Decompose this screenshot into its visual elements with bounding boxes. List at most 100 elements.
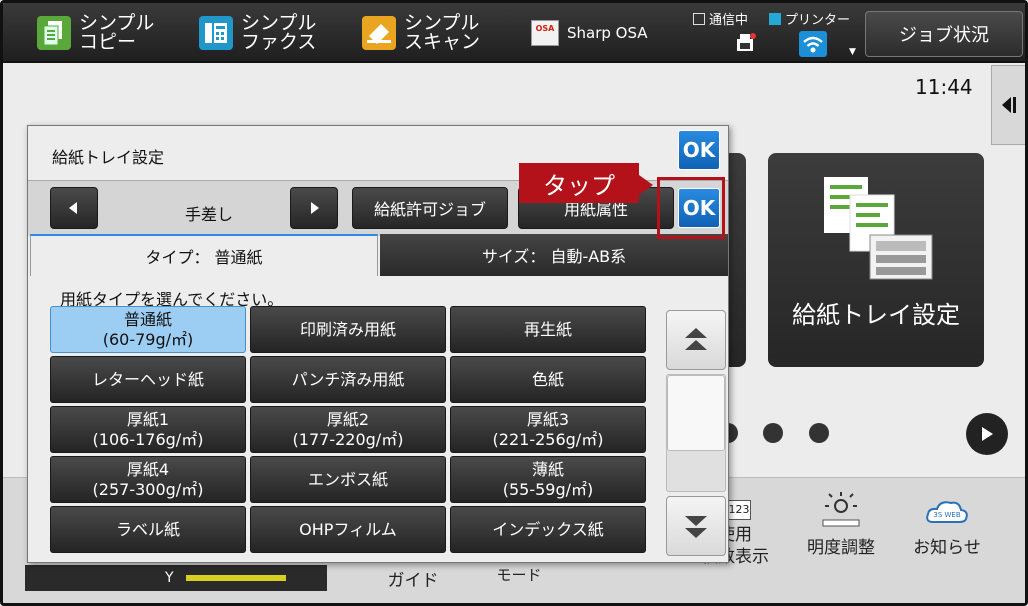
printer-status-label: プリンター — [785, 13, 851, 28]
simple-scan-label: シンプル スキャン — [404, 12, 481, 53]
paper-type-button[interactable]: 薄紙 (55-59g/㎡) — [450, 456, 646, 503]
paper-type-name: 印刷済み用紙 — [299, 319, 396, 339]
paper-type-name: 厚紙2 — [326, 409, 370, 429]
double-down-arrow-icon — [685, 516, 707, 538]
paper-type-weight: (106-176g/㎡) — [92, 429, 204, 449]
tray-name: 手差し — [184, 205, 233, 224]
play-right-icon — [982, 427, 993, 441]
tray-settings-tile-label: 給紙トレイ設定 — [792, 301, 960, 329]
toner-gauge: Y — [25, 565, 327, 591]
right-arrow-icon — [311, 202, 319, 214]
simple-scan-shortcut[interactable]: シンプル スキャン — [362, 14, 480, 52]
tray-next-button[interactable] — [290, 187, 338, 229]
brightness-icon — [822, 492, 860, 527]
page-dot[interactable] — [763, 423, 783, 443]
paper-type-name: 薄紙 — [531, 459, 564, 479]
callout-pointer — [639, 175, 653, 195]
paper-type-button[interactable]: 厚紙2 (177-220g/㎡) — [250, 406, 446, 453]
paper-type-button[interactable]: 普通紙 (60-79g/㎡) — [50, 306, 246, 353]
job-status-button[interactable]: ジョブ状況 — [865, 11, 1023, 57]
sharp-osa-shortcut[interactable]: OSA Sharp OSA — [531, 20, 648, 46]
paper-type-weight: (177-220g/㎡) — [292, 429, 404, 449]
paper-type-button[interactable]: 厚紙4 (257-300g/㎡) — [50, 456, 246, 503]
tab-paper-size[interactable]: サイズ： 自動-AB系 — [380, 234, 728, 276]
paper-type-button[interactable]: 再生紙 — [450, 306, 646, 353]
copy-icon — [37, 16, 71, 50]
paper-type-button[interactable]: パンチ済み用紙 — [250, 356, 446, 403]
side-panel-toggle[interactable] — [991, 65, 1025, 145]
paper-type-weight: (55-59g/㎡) — [502, 479, 594, 499]
paper-type-name: 厚紙4 — [126, 459, 170, 479]
paper-type-name: 色紙 — [531, 369, 564, 389]
printer-indicator — [769, 12, 781, 25]
paper-type-weight: (257-300g/㎡) — [92, 479, 204, 499]
brightness-label: 明度調整 — [807, 538, 875, 558]
paper-type-name: 再生紙 — [523, 319, 572, 339]
paper-type-button[interactable]: ラベル紙 — [50, 506, 246, 553]
fax-icon — [199, 16, 233, 50]
tray-prev-button[interactable] — [50, 187, 98, 229]
sharp-osa-label: Sharp OSA — [567, 24, 648, 42]
paper-type-name: インデックス紙 — [492, 519, 604, 539]
simple-fax-label: シンプル ファクス — [241, 12, 317, 53]
printer-status: プリンター — [769, 9, 850, 28]
scan-icon — [362, 16, 396, 50]
top-bar: シンプル コピー シンプル ファクス シンプル スキャン OSA Sharp O… — [3, 3, 1025, 63]
tap-callout: タップ — [519, 163, 639, 203]
paper-type-button[interactable]: OHPフィルム — [250, 506, 446, 553]
web-cloud-icon: 3S WEB — [926, 501, 968, 523]
comm-status-label: 通信中 — [709, 13, 749, 28]
dialog-title: 給紙トレイ設定 — [52, 148, 165, 167]
paper-type-name: OHPフィルム — [299, 519, 397, 539]
notice-label: お知らせ — [913, 538, 981, 558]
dialog-tabs: タイプ： 普通紙 サイズ： 自動-AB系 — [28, 234, 728, 276]
paper-type-button[interactable]: 印刷済み用紙 — [250, 306, 446, 353]
paper-type-weight: (221-256g/㎡) — [492, 429, 604, 449]
double-up-arrow-icon — [685, 328, 707, 350]
dialog-ok-button[interactable]: OK — [678, 130, 720, 170]
notice-button[interactable]: 3S WEB お知らせ — [907, 498, 987, 558]
toner-level-bar — [185, 575, 286, 581]
simple-copy-shortcut[interactable]: シンプル コピー — [37, 14, 154, 52]
mode-label: モード — [496, 566, 542, 584]
paper-type-weight: (60-79g/㎡) — [102, 329, 194, 349]
status-area[interactable]: 通信中 プリンター ▼ — [693, 9, 861, 59]
simple-fax-shortcut[interactable]: シンプル ファクス — [199, 14, 316, 52]
wifi-icon — [799, 31, 827, 61]
scroll-down-button[interactable] — [666, 496, 726, 556]
paper-type-button[interactable]: インデックス紙 — [450, 506, 646, 553]
paper-type-button[interactable]: 厚紙1 (106-176g/㎡) — [50, 406, 246, 453]
comm-indicator — [693, 12, 705, 25]
scroll-up-button[interactable] — [666, 310, 726, 370]
paper-type-name: 普通紙 — [123, 309, 172, 329]
paper-type-name: ラベル紙 — [115, 519, 180, 539]
ok-highlight-box — [657, 177, 725, 239]
paper-type-name: レターヘッド紙 — [91, 369, 204, 389]
paper-type-name: パンチ済み用紙 — [291, 369, 405, 389]
clock: 11:44 — [915, 75, 973, 99]
page-dot[interactable] — [809, 423, 829, 443]
simple-copy-label: シンプル コピー — [79, 12, 155, 53]
scrollbar-thumb[interactable] — [667, 375, 725, 451]
scrollbar-track[interactable] — [666, 374, 726, 492]
paper-type-button[interactable]: レターヘッド紙 — [50, 356, 246, 403]
guide-label: ガイド — [387, 571, 439, 591]
tab-paper-type[interactable]: タイプ： 普通紙 — [30, 234, 378, 276]
guide-button[interactable]: ガイド — [383, 566, 443, 591]
paper-type-button[interactable]: エンボス紙 — [250, 456, 446, 503]
allowed-jobs-button[interactable]: 給紙許可ジョブ — [352, 187, 508, 229]
paper-type-name: 厚紙1 — [126, 409, 170, 429]
paper-type-button[interactable]: 色紙 — [450, 356, 646, 403]
brightness-button[interactable]: 明度調整 — [803, 492, 879, 558]
paper-type-button[interactable]: 厚紙3 (221-256g/㎡) — [450, 406, 646, 453]
tray-settings-icon — [824, 177, 933, 280]
comm-status: 通信中 — [693, 9, 748, 28]
mode-button[interactable]: モード — [489, 564, 549, 585]
next-page-button[interactable] — [966, 413, 1008, 455]
counter-icon: 123 — [727, 500, 751, 520]
paper-type-name: エンボス紙 — [307, 469, 388, 489]
status-dropdown-icon: ▼ — [849, 47, 856, 57]
left-arrow-icon — [69, 202, 77, 214]
tray-settings-tile[interactable]: 給紙トレイ設定 — [768, 153, 984, 367]
paper-type-name: 厚紙3 — [526, 409, 570, 429]
